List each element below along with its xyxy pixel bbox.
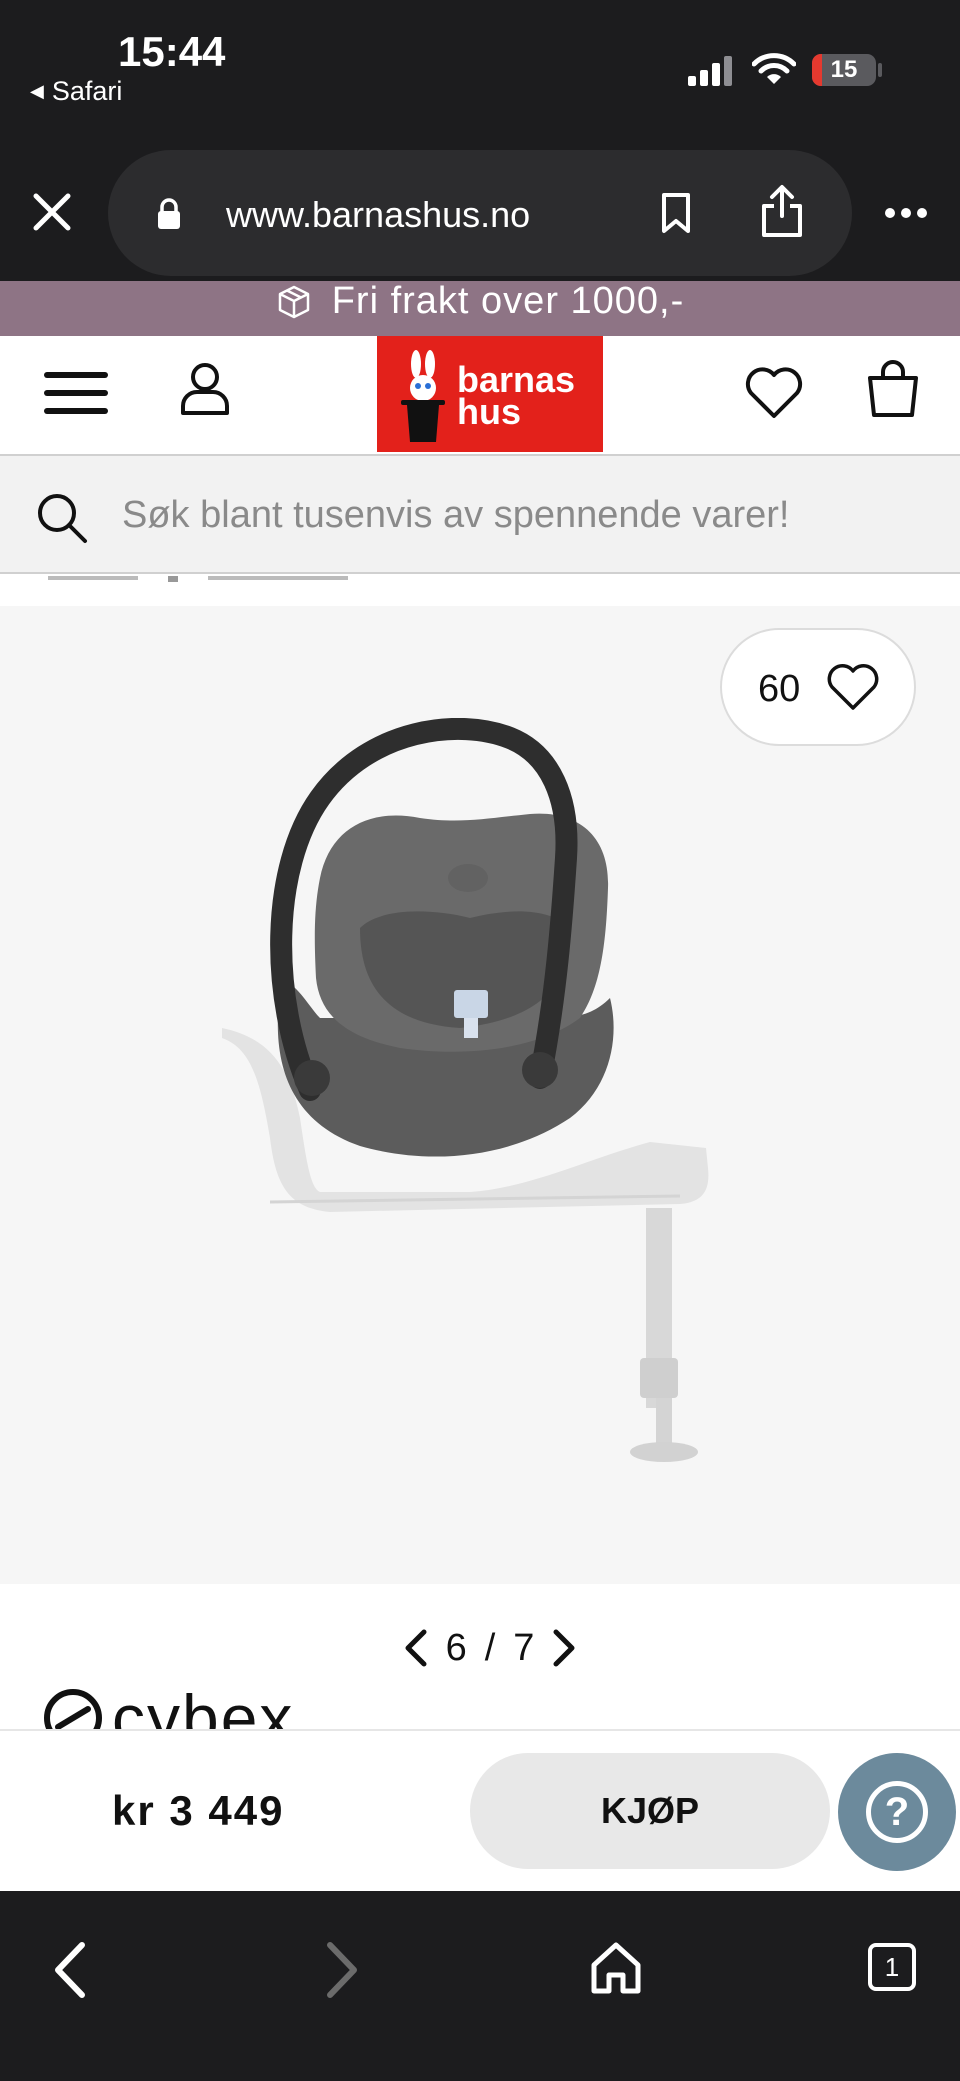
help-chat-button[interactable]: ?: [838, 1753, 956, 1871]
site-search-bar[interactable]: Søk blant tusenvis av spennende varer!: [0, 454, 960, 574]
forward-icon[interactable]: [326, 1941, 360, 1999]
search-icon: [38, 494, 87, 543]
back-icon[interactable]: [52, 1941, 86, 1999]
account-icon[interactable]: [180, 362, 230, 416]
share-icon[interactable]: [760, 184, 804, 238]
pager-total: 7: [513, 1626, 535, 1669]
product-image-gallery[interactable]: 60: [0, 606, 960, 1584]
heart-icon: [827, 664, 879, 710]
site-header: barnas hus: [0, 336, 960, 454]
more-options-icon[interactable]: [884, 206, 928, 220]
pager-separator: /: [484, 1626, 496, 1669]
battery-icon: 15: [812, 54, 876, 86]
home-icon[interactable]: [590, 1941, 642, 1995]
back-to-app-link[interactable]: ◀ Safari: [30, 76, 122, 107]
battery-level: 15: [830, 56, 858, 83]
back-triangle-icon: ◀: [30, 81, 44, 101]
url-text: www.barnashus.no: [226, 194, 531, 235]
address-field[interactable]: www.barnashus.no: [108, 150, 852, 276]
buy-button[interactable]: KJØP: [470, 1753, 830, 1869]
search-input[interactable]: Søk blant tusenvis av spennende varer!: [122, 494, 790, 537]
tabs-button[interactable]: 1: [868, 1943, 916, 1991]
breadcrumb-remnant: [48, 576, 368, 584]
product-price: kr 3 449: [112, 1787, 285, 1834]
cybex-logo-mark-icon: [44, 1689, 102, 1729]
gallery-pager: 6 / 7 cybex: [0, 1584, 960, 1729]
status-bar: 15:44 ◀ Safari 15: [0, 0, 960, 140]
like-button[interactable]: 60: [720, 628, 916, 746]
pager-controls: 6 / 7: [390, 1618, 590, 1678]
next-image-icon[interactable]: [552, 1628, 576, 1668]
battery-tip: [878, 63, 882, 77]
browser-toolbar: 1: [0, 1891, 960, 2081]
pager-current: 6: [445, 1626, 467, 1669]
shopping-bag-icon[interactable]: [866, 360, 920, 420]
bookmark-icon[interactable]: [660, 192, 692, 234]
tab-count: 1: [884, 1951, 900, 1982]
banner-text: Fri frakt over 1000,-: [331, 281, 685, 322]
package-icon: [278, 285, 309, 318]
site-logo[interactable]: barnas hus: [377, 336, 603, 452]
help-question-icon: ?: [866, 1781, 928, 1843]
back-app-label: Safari: [51, 76, 123, 106]
clock: 15:44: [118, 28, 226, 75]
sticky-buy-bar: kr 3 449 KJØP ?: [0, 1729, 960, 1891]
rabbit-in-hat-icon: [401, 350, 445, 442]
product-photo-car-seat: [222, 718, 709, 1462]
breadcrumb-clipped: [0, 574, 960, 606]
wishlist-heart-icon[interactable]: [744, 366, 804, 420]
logo-text-line2: hus: [457, 391, 522, 432]
free-shipping-banner: Fri frakt over 1000,-: [0, 281, 960, 336]
brand-name: cybex: [112, 1681, 295, 1729]
lock-icon: [158, 198, 180, 229]
previous-image-icon[interactable]: [404, 1628, 428, 1668]
cellular-signal-icon: [688, 56, 732, 86]
wifi-icon: [752, 53, 796, 84]
browser-url-bar: www.barnashus.no: [0, 140, 960, 281]
close-icon[interactable]: [32, 192, 72, 232]
menu-icon[interactable]: [44, 368, 108, 418]
buy-button-label: KJØP: [600, 1790, 700, 1831]
like-count: 60: [758, 668, 801, 710]
brand-logo[interactable]: cybex: [42, 1681, 295, 1729]
